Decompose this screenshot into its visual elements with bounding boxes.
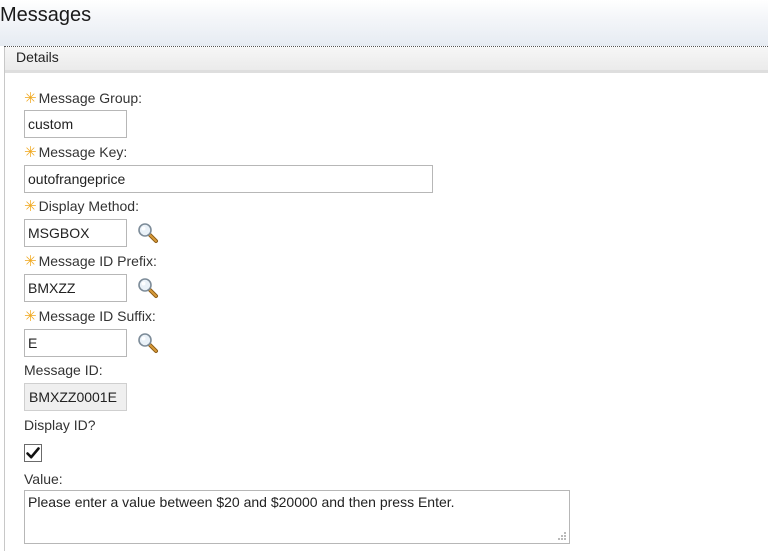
required-asterisk-icon: ✳ bbox=[24, 198, 37, 215]
details-section-title: Details bbox=[16, 49, 59, 65]
message-id-prefix-lookup-icon[interactable] bbox=[137, 277, 159, 299]
required-asterisk-icon: ✳ bbox=[24, 144, 37, 161]
message-id-suffix-input[interactable]: E bbox=[24, 329, 127, 357]
display-method-input[interactable]: MSGBOX bbox=[24, 219, 127, 247]
page-title: Messages bbox=[0, 4, 92, 26]
value-label: Value: bbox=[24, 471, 63, 487]
message-group-input[interactable]: custom bbox=[24, 110, 127, 138]
message-id-suffix-label: ✳ Message ID Suffix: bbox=[24, 308, 156, 325]
checkmark-icon bbox=[26, 447, 40, 459]
value-text: Please enter a value between $20 and $20… bbox=[28, 494, 455, 510]
details-section-header[interactable]: Details bbox=[5, 47, 768, 73]
required-asterisk-icon: ✳ bbox=[24, 308, 37, 325]
message-key-label: ✳ Message Key: bbox=[24, 144, 128, 161]
page-header: Messages bbox=[0, 0, 768, 46]
required-asterisk-icon: ✳ bbox=[24, 253, 37, 270]
message-group-label: ✳ Message Group: bbox=[24, 90, 143, 107]
display-id-checkbox[interactable] bbox=[24, 444, 42, 462]
message-id-field: BMXZZ0001E bbox=[24, 383, 127, 411]
value-textarea[interactable]: Please enter a value between $20 and $20… bbox=[24, 490, 570, 544]
display-id-label: Display ID? bbox=[24, 417, 96, 433]
display-method-lookup-icon[interactable] bbox=[137, 222, 159, 244]
display-method-label: ✳ Display Method: bbox=[24, 198, 139, 215]
resize-grip-icon[interactable] bbox=[557, 531, 567, 541]
message-id-prefix-label: ✳ Message ID Prefix: bbox=[24, 253, 157, 270]
required-asterisk-icon: ✳ bbox=[24, 90, 37, 107]
message-key-input[interactable]: outofrangeprice bbox=[24, 165, 433, 193]
message-id-suffix-lookup-icon[interactable] bbox=[137, 332, 159, 354]
message-id-label: Message ID: bbox=[24, 362, 103, 378]
message-id-prefix-input[interactable]: BMXZZ bbox=[24, 274, 127, 302]
